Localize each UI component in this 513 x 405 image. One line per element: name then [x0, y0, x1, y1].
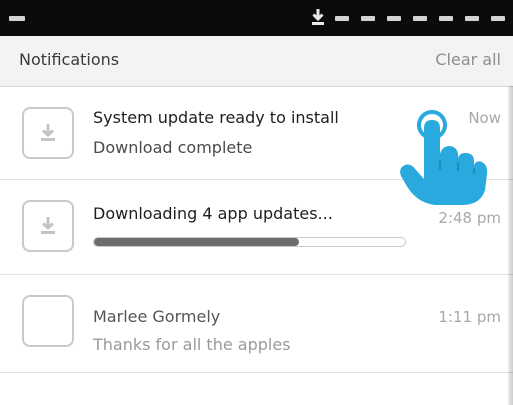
- status-bar: [0, 0, 513, 36]
- app-icon: [22, 295, 74, 347]
- status-icon: [491, 16, 505, 21]
- status-icon: [335, 16, 349, 21]
- download-progress-bar: [93, 237, 406, 247]
- app-icon: [22, 107, 74, 159]
- notifications-header: Notifications Clear all: [0, 36, 513, 87]
- download-progress-fill: [94, 238, 300, 246]
- notification-item[interactable]: Marlee Gormely Thanks for all the apples…: [0, 275, 513, 373]
- notification-subtitle: Download complete: [93, 138, 253, 157]
- clear-all-button[interactable]: Clear all: [435, 50, 501, 69]
- status-icon: [413, 16, 427, 21]
- status-icon: [361, 16, 375, 21]
- download-icon: [41, 217, 55, 234]
- tap-hand-icon: [400, 110, 488, 205]
- status-indicator: [9, 16, 25, 21]
- notification-title: System update ready to install: [93, 108, 339, 127]
- notification-item-partial: [0, 382, 513, 405]
- panel-edge: [508, 86, 513, 405]
- status-icon: [439, 16, 453, 21]
- notification-time: 1:11 pm: [438, 308, 501, 326]
- page-title: Notifications: [19, 50, 120, 69]
- download-icon: [312, 9, 324, 25]
- download-icon: [41, 124, 55, 141]
- notification-title: Marlee Gormely: [93, 307, 221, 326]
- notification-time: 2:48 pm: [438, 209, 501, 227]
- app-icon: [22, 200, 74, 252]
- status-icon: [387, 16, 401, 21]
- notification-title: Downloading 4 app updates...: [93, 204, 333, 223]
- notification-subtitle: Thanks for all the apples: [93, 335, 291, 354]
- status-icon: [465, 16, 479, 21]
